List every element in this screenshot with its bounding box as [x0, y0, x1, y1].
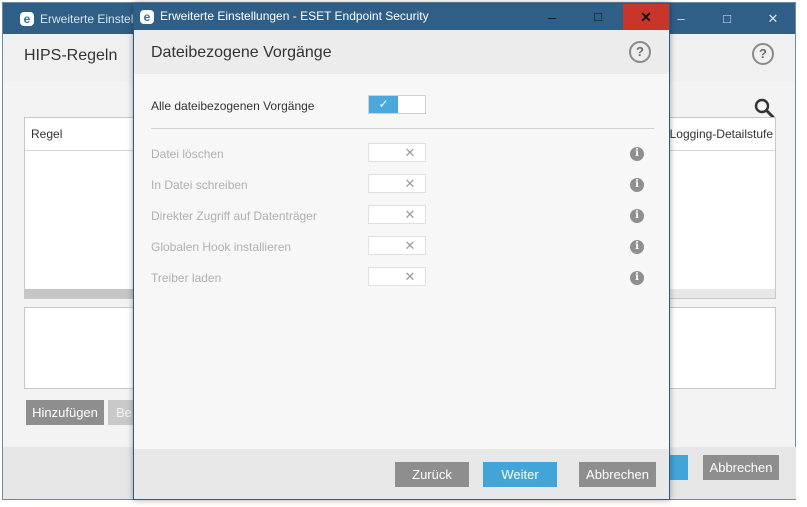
close-icon[interactable]: ✕	[750, 3, 796, 34]
toggle-delete-file[interactable]: ✕	[368, 143, 426, 162]
advanced-settings-dialog: e Erweiterte Einstellungen - ESET Endpoi…	[133, 3, 670, 500]
toggle-load-driver[interactable]: ✕	[368, 267, 426, 286]
maximize-icon[interactable]: □	[575, 4, 621, 30]
background-cancel-button[interactable]: Abbrechen	[703, 455, 779, 480]
scrollbar-thumb[interactable]	[670, 289, 775, 298]
master-toggle-label: Alle dateibezogenen Vorgänge	[151, 99, 315, 113]
cancel-button[interactable]: Abbrechen	[579, 462, 656, 487]
toggle-direct-disk-access[interactable]: ✕	[368, 205, 426, 224]
cross-icon: ✕	[404, 238, 416, 253]
cross-icon: ✕	[404, 269, 416, 284]
dialog-title: Erweiterte Einstellungen - ESET Endpoint…	[160, 9, 429, 23]
divider	[151, 128, 654, 129]
maximize-icon[interactable]: □	[704, 3, 750, 34]
help-icon[interactable]: ?	[752, 43, 774, 65]
dialog-page-title: Dateibezogene Vorgänge	[151, 44, 332, 61]
info-icon[interactable]: i	[630, 240, 644, 254]
master-toggle[interactable]: ✓	[368, 95, 426, 114]
info-icon[interactable]: i	[630, 209, 644, 223]
cross-icon: ✕	[404, 176, 416, 191]
row-label-load-driver: Treiber laden	[151, 271, 222, 285]
column-header-logging[interactable]: Logging-Detailstufe	[670, 127, 773, 141]
row-label-direct-disk-access: Direkter Zugriff auf Datenträger	[151, 209, 317, 223]
row-label-delete-file: Datei löschen	[151, 147, 224, 161]
info-icon[interactable]: i	[630, 147, 644, 161]
row-label-global-hook: Globalen Hook installieren	[151, 240, 292, 254]
minimize-icon[interactable]: –	[529, 4, 575, 30]
add-button[interactable]: Hinzufügen	[26, 400, 104, 425]
toggle-global-hook[interactable]: ✕	[368, 236, 426, 255]
close-icon[interactable]: ✕	[623, 4, 669, 30]
eset-logo-icon: e	[20, 12, 34, 26]
info-icon[interactable]: i	[630, 178, 644, 192]
checkmark-icon: ✓	[369, 96, 398, 113]
dialog-titlebar: e Erweiterte Einstellungen - ESET Endpoi…	[134, 4, 669, 30]
column-header-rule[interactable]: Regel	[31, 127, 62, 141]
background-page-title: HIPS-Regeln	[24, 47, 118, 64]
background-window-title: Erweiterte Einstell	[40, 12, 137, 26]
next-button[interactable]: Weiter	[483, 462, 557, 487]
back-button[interactable]: Zurück	[395, 462, 469, 487]
edit-button[interactable]: Be	[108, 400, 134, 425]
help-icon[interactable]: ?	[629, 41, 651, 63]
cross-icon: ✕	[404, 207, 416, 222]
info-icon[interactable]: i	[630, 271, 644, 285]
eset-logo-icon: e	[140, 10, 154, 24]
dialog-content	[134, 74, 669, 449]
toggle-write-file[interactable]: ✕	[368, 174, 426, 193]
cross-icon: ✕	[404, 145, 416, 160]
row-label-write-file: In Datei schreiben	[151, 178, 248, 192]
